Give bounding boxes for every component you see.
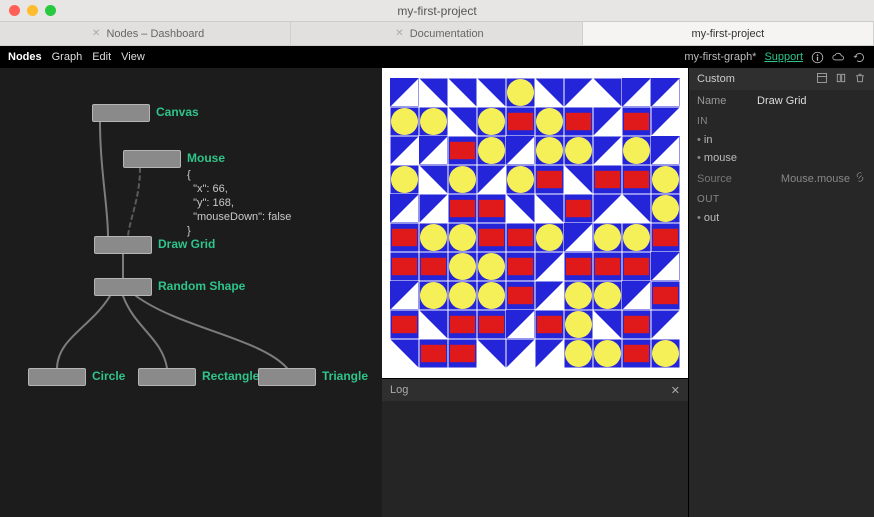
node-label: Circle: [92, 369, 125, 383]
tab-close-icon[interactable]: ✕: [92, 28, 100, 39]
refresh-icon[interactable]: [853, 51, 866, 64]
node-body[interactable]: [123, 150, 181, 168]
in-port-mouse[interactable]: mouse: [689, 149, 874, 167]
window-title: my-first-project: [397, 4, 476, 18]
cloud-icon[interactable]: [832, 51, 845, 64]
name-label: Name: [697, 95, 757, 107]
log-header: Log ✕: [382, 379, 688, 401]
support-link[interactable]: Support: [764, 51, 803, 63]
source-label: Source: [697, 173, 757, 185]
inspector-panel: Custom Name Draw Grid IN in mouse Source…: [688, 68, 874, 517]
node-label: Triangle: [322, 369, 368, 383]
graph-canvas[interactable]: Canvas Mouse { "x": 66, "y": 168, "mouse…: [0, 68, 382, 517]
node-circle[interactable]: Circle: [28, 368, 86, 386]
tab-close-icon[interactable]: ✕: [395, 28, 403, 39]
tab-project[interactable]: my-first-project: [583, 22, 874, 45]
info-icon[interactable]: [811, 51, 824, 64]
tab-documentation[interactable]: ✕ Documentation: [291, 22, 582, 45]
source-row: Source Mouse.mouse: [689, 167, 874, 190]
minimize-window-button[interactable]: [27, 5, 38, 16]
graph-name: my-first-graph*: [684, 51, 756, 63]
mouse-json-value: { "x": 66, "y": 168, "mouseDown": false …: [187, 168, 291, 238]
node-body[interactable]: [138, 368, 196, 386]
main-area: Canvas Mouse { "x": 66, "y": 168, "mouse…: [0, 68, 874, 517]
in-section-label: IN: [689, 112, 874, 131]
node-body[interactable]: [28, 368, 86, 386]
in-port-in[interactable]: in: [689, 131, 874, 149]
log-panel: Log ✕: [382, 378, 688, 517]
zoom-window-button[interactable]: [45, 5, 56, 16]
link-icon[interactable]: [854, 171, 866, 186]
tab-label: Nodes – Dashboard: [106, 28, 204, 40]
node-canvas[interactable]: Canvas: [92, 104, 150, 122]
node-body[interactable]: [94, 236, 152, 254]
library-icon[interactable]: [835, 72, 847, 87]
node-draw-grid[interactable]: Draw Grid: [94, 236, 152, 254]
out-port-out[interactable]: out: [689, 209, 874, 227]
node-label: Rectangle: [202, 369, 259, 383]
log-title: Log: [390, 384, 408, 396]
menu-edit[interactable]: Edit: [92, 51, 111, 63]
node-body[interactable]: [94, 278, 152, 296]
tab-label: my-first-project: [691, 28, 764, 40]
window-tabs: ✕ Nodes – Dashboard ✕ Documentation my-f…: [0, 22, 874, 46]
name-value[interactable]: Draw Grid: [757, 95, 866, 107]
traffic-lights: [9, 5, 56, 16]
tab-dashboard[interactable]: ✕ Nodes – Dashboard: [0, 22, 291, 45]
status-right: my-first-graph* Support: [684, 51, 866, 64]
node-body[interactable]: [258, 368, 316, 386]
menu-nodes[interactable]: Nodes: [8, 51, 42, 63]
app-menubar: Nodes Graph Edit View my-first-graph* Su…: [0, 46, 874, 68]
node-triangle[interactable]: Triangle: [258, 368, 316, 386]
node-label: Mouse: [187, 151, 225, 165]
source-value[interactable]: Mouse.mouse: [757, 173, 854, 185]
close-window-button[interactable]: [9, 5, 20, 16]
node-mouse[interactable]: Mouse: [123, 150, 181, 168]
name-row: Name Draw Grid: [689, 90, 874, 112]
node-random-shape[interactable]: Random Shape: [94, 278, 152, 296]
node-rectangle[interactable]: Rectangle: [138, 368, 196, 386]
node-body[interactable]: [92, 104, 150, 122]
menu-view[interactable]: View: [121, 51, 145, 63]
node-label: Random Shape: [158, 279, 245, 293]
node-label: Draw Grid: [158, 237, 215, 251]
window-titlebar: my-first-project: [0, 0, 874, 22]
node-label: Canvas: [156, 105, 199, 119]
close-icon[interactable]: ✕: [671, 384, 680, 397]
out-section-label: OUT: [689, 190, 874, 209]
menu-graph[interactable]: Graph: [52, 51, 83, 63]
preview-canvas: [382, 68, 688, 378]
trash-icon[interactable]: [854, 72, 866, 87]
output-artwork: [390, 76, 680, 370]
layout-icon[interactable]: [816, 72, 828, 87]
node-type: Custom: [697, 73, 735, 85]
tab-label: Documentation: [410, 28, 484, 40]
center-column: Log ✕: [382, 68, 688, 517]
menu-items: Nodes Graph Edit View: [8, 51, 145, 63]
inspector-header: Custom: [689, 68, 874, 90]
